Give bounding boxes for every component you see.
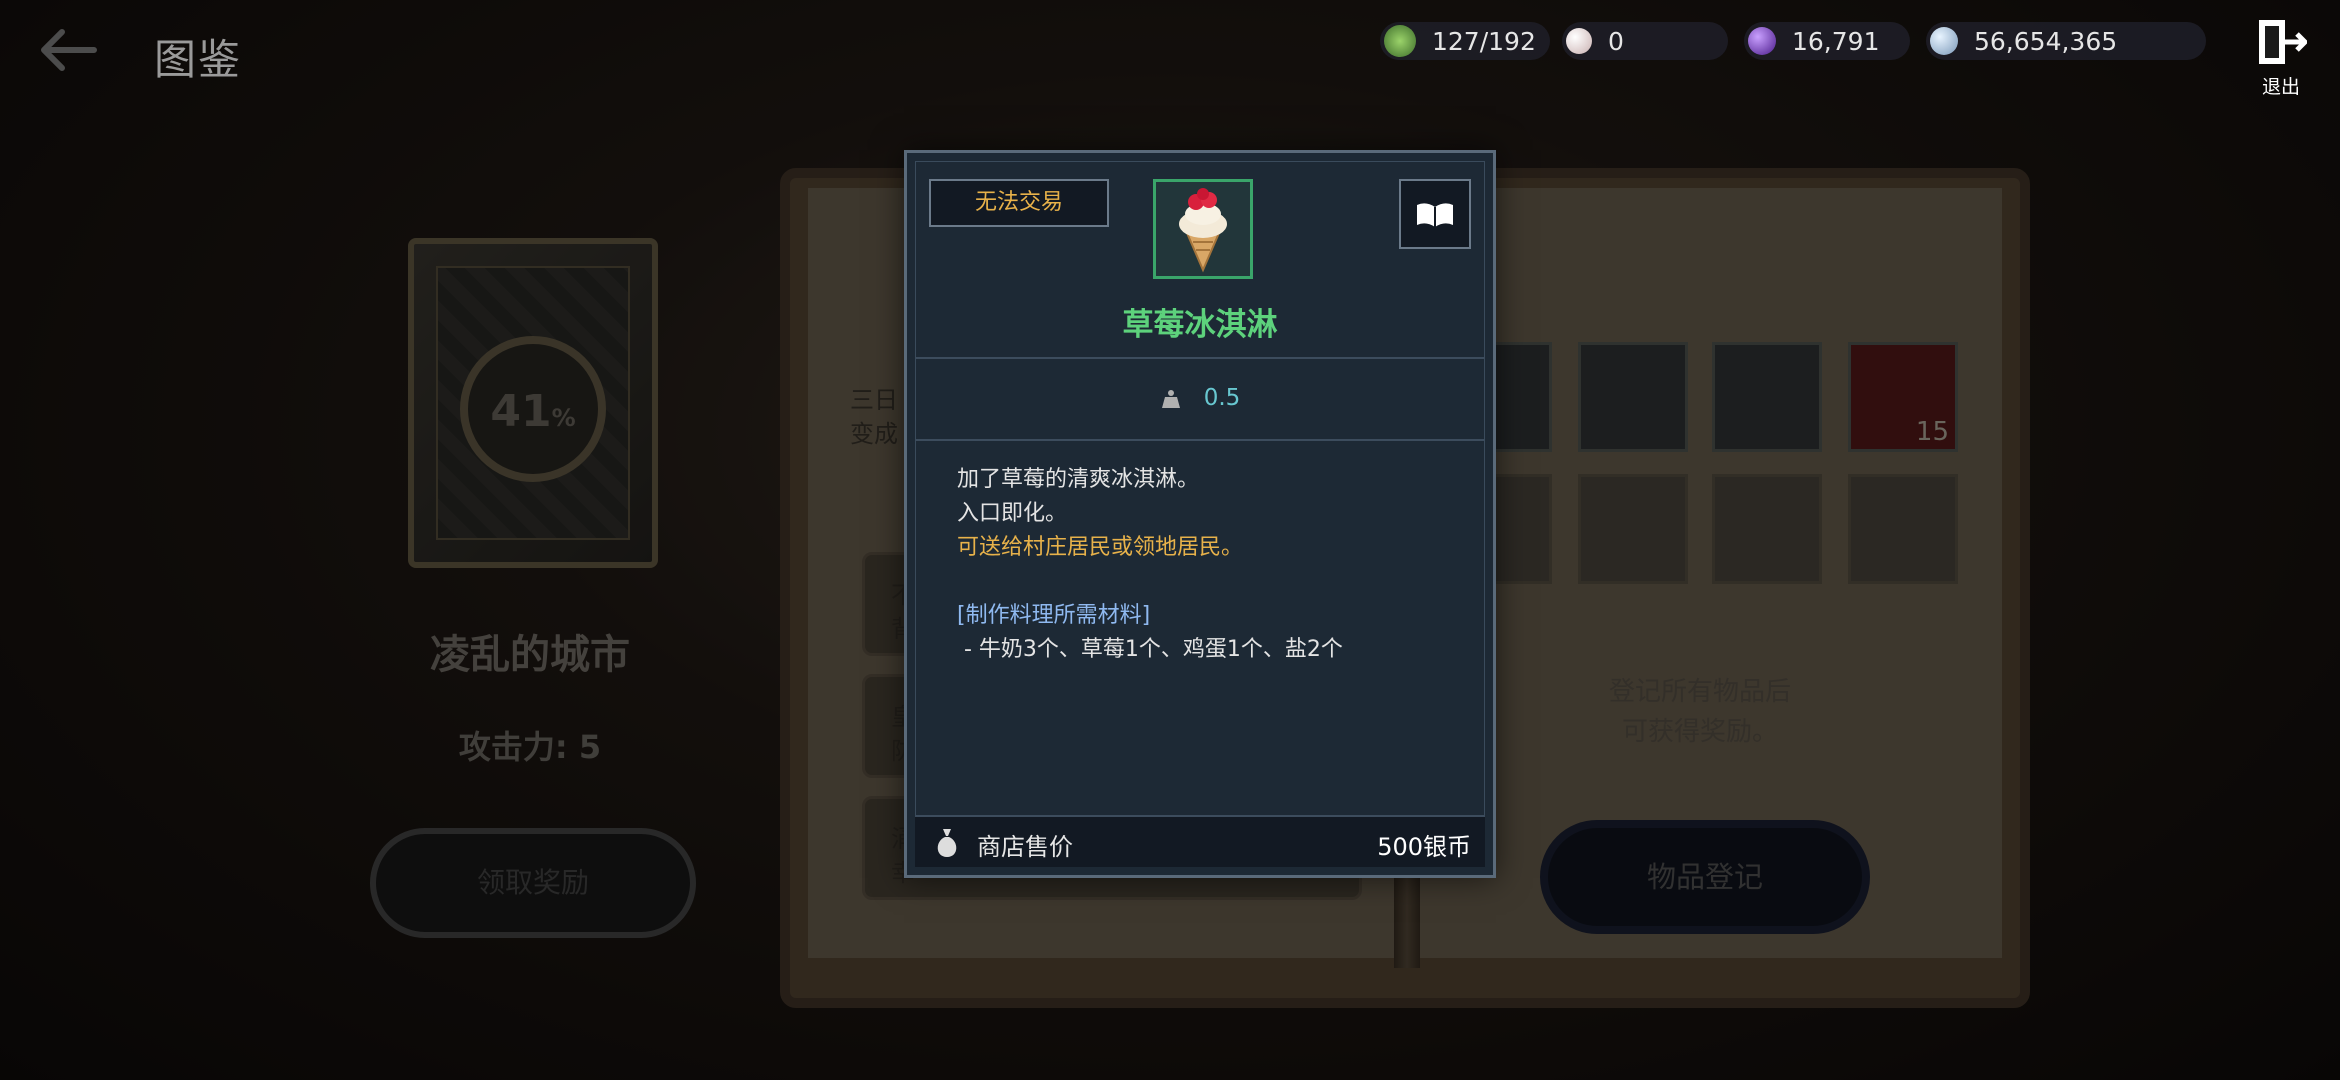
recipe-ingredients: - 牛奶3个、草莓1个、鸡蛋1个、盐2个: [957, 637, 1343, 662]
currency-pearl[interactable]: 0: [1562, 22, 1728, 60]
region-card[interactable]: 41%: [408, 238, 658, 568]
recipe-title: [制作料理所需材料]: [957, 603, 1151, 628]
item-slot[interactable]: 15: [1848, 342, 1958, 452]
item-slot-empty[interactable]: [1712, 474, 1822, 584]
gift-hint: 可送给村庄居民或领地居民。: [957, 535, 1244, 560]
weight-icon: [1161, 389, 1180, 408]
exit-label: 退出: [2261, 76, 2300, 98]
weight-value: 0.5: [1203, 385, 1241, 411]
item-detail-popup: 无法交易 草莓冰淇淋 0.5 加了草莓的清爽冰淇淋。 入口即化。 可送给村庄居民…: [904, 150, 1496, 878]
reward-hint-line: 可获得奖励。: [1621, 717, 1778, 747]
money-bag-icon: [937, 829, 957, 857]
item-slot[interactable]: [1712, 342, 1822, 452]
item-slot-empty[interactable]: [1848, 474, 1958, 584]
book-text-fragment: 三日: [850, 386, 898, 414]
shop-price-value: 500银币: [1377, 833, 1471, 861]
reward-hint: 登记所有物品后 可获得奖励。: [1560, 672, 1840, 752]
progress-value: 41: [490, 386, 552, 437]
back-arrow-icon[interactable]: [36, 26, 100, 74]
description-line: 加了草莓的清爽冰淇淋。: [957, 467, 1200, 492]
register-item-button[interactable]: 物品登记: [1540, 820, 1870, 934]
description-line: 入口即化。: [957, 501, 1068, 526]
shop-price-label: 商店售价: [977, 833, 1073, 861]
page-title: 图鉴: [154, 35, 243, 84]
currency-orb[interactable]: 16,791: [1744, 22, 1910, 60]
weight-row: 0.5: [907, 385, 1493, 411]
progress-percent: 41%: [414, 386, 652, 437]
claim-reward-button[interactable]: 领取奖励: [370, 828, 696, 938]
exit-button[interactable]: 退出: [2252, 18, 2310, 98]
slot-count: 15: [1915, 417, 1949, 447]
currency-silver[interactable]: 56,654,365: [1926, 22, 2206, 60]
green-gem-icon: [1384, 25, 1416, 57]
book-icon: [1417, 203, 1453, 227]
currency-stamina[interactable]: 127/192: [1380, 22, 1550, 60]
currency-value: 16,791: [1792, 26, 1880, 56]
currency-value: 56,654,365: [1974, 26, 2118, 56]
currency-value: 0: [1608, 26, 1624, 56]
strawberry-ice-cream-icon: [1179, 188, 1227, 273]
item-name: 草莓冰淇淋: [1122, 307, 1278, 343]
shop-price-bar: 商店售价 500银币: [915, 815, 1485, 867]
book-text-fragment: 变成: [850, 420, 898, 448]
untradeable-tag: 无法交易: [929, 179, 1109, 227]
divider: [915, 357, 1485, 359]
item-slot[interactable]: [1578, 342, 1688, 452]
reward-hint-line: 登记所有物品后: [1608, 677, 1791, 707]
exit-icon: [2259, 20, 2309, 64]
divider: [915, 439, 1485, 441]
purple-orb-icon: [1748, 27, 1776, 55]
attack-stat: 攻击力: 5: [458, 728, 602, 766]
progress-unit: %: [551, 404, 576, 432]
codex-book-button[interactable]: [1399, 179, 1471, 249]
silver-coin-icon: [1930, 27, 1958, 55]
item-description: 加了草莓的清爽冰淇淋。 入口即化。 可送给村庄居民或领地居民。 [制作料理所需材…: [957, 463, 1343, 667]
item-slot-empty[interactable]: [1578, 474, 1688, 584]
region-name: 凌乱的城市: [430, 632, 630, 678]
currency-value: 127/192: [1432, 26, 1536, 56]
pearl-icon: [1566, 28, 1592, 54]
item-icon-box: [1153, 179, 1253, 279]
